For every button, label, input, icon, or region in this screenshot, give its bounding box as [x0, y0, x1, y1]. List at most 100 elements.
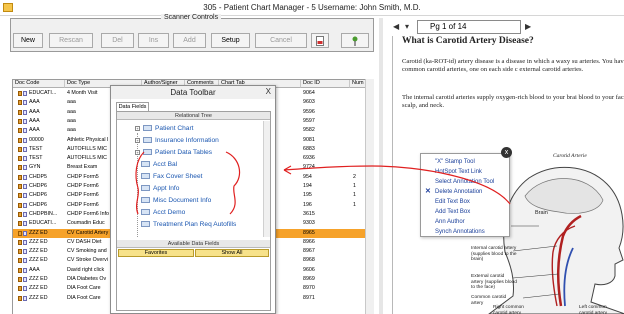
figure-label-brain: Brain	[535, 210, 548, 216]
cell-doc-id: 8965	[303, 229, 315, 236]
cell-doc-code: CHDP6	[29, 192, 47, 199]
document-type-icon	[18, 184, 27, 189]
tree-expand-icon[interactable]: +	[135, 150, 140, 155]
figure-label-internal-carotid: Internal carotid artery (supplies blood …	[471, 246, 517, 263]
rescan-button[interactable]: Rescan	[49, 33, 93, 48]
new-button[interactable]: New	[13, 33, 43, 48]
prev-page-icon[interactable]: ◀	[393, 22, 399, 31]
cell-doc-id: 8968	[303, 257, 315, 264]
cell-doc-code: AAA	[29, 99, 40, 106]
cell-doc-id: 6883	[303, 145, 315, 152]
dropdown-arrow-icon[interactable]: ▾	[405, 22, 409, 31]
menu-item[interactable]: "X" Stamp Tool	[435, 158, 475, 166]
cell-doc-code: AAA	[29, 108, 40, 115]
menu-item[interactable]: Select Annotation Tool	[435, 178, 494, 186]
cell-doc-id: 954	[303, 173, 312, 180]
cell-doc-id: 9596	[303, 108, 315, 115]
pin-button[interactable]	[341, 33, 369, 48]
cell-doc-id: 8971	[303, 294, 315, 301]
page-indicator[interactable]: Pg 1 of 14	[417, 20, 521, 34]
cell-doc-id: 8970	[303, 285, 315, 292]
tree-item[interactable]: Patient Chart	[143, 125, 193, 133]
tree-item[interactable]: Appt Info	[141, 185, 179, 193]
del-button[interactable]: Del	[101, 33, 134, 48]
available-fields-header: Available Data Fields	[117, 240, 270, 248]
document-type-icon	[18, 230, 27, 236]
tree-item[interactable]: Acct Bal	[141, 161, 177, 169]
dialog-close-button[interactable]: X	[266, 87, 271, 96]
cell-doc-id: 9597	[303, 117, 315, 124]
col-doc-id[interactable]: Doc ID	[301, 80, 350, 88]
cell-doc-code: AAA	[29, 117, 40, 124]
setup-button[interactable]: Setup	[211, 33, 250, 48]
tree-item[interactable]: Treatment Plan Req Autofills	[141, 221, 236, 229]
menu-item[interactable]: Add Text Box	[435, 208, 470, 216]
cell-doc-id: 3615	[303, 210, 315, 217]
grid-scrollbar[interactable]	[365, 79, 374, 314]
cell-doc-code: ZZZ ED	[29, 238, 48, 245]
document-type-icon	[18, 100, 27, 106]
cell-doc-code: EDUCATI...	[29, 90, 57, 96]
document-paragraph-2: The internal carotid arteries supply oxy…	[402, 94, 624, 110]
relational-tree-header: Relational Tree	[117, 112, 270, 120]
cell-doc-code: GYN	[29, 164, 41, 171]
next-page-icon[interactable]: ▶	[525, 22, 531, 31]
menu-item[interactable]: Edit Text Box	[435, 198, 470, 206]
tree-item[interactable]: Insurance Information	[143, 137, 219, 145]
menu-item[interactable]: Delete Annotation	[435, 188, 482, 196]
document-type-icon	[18, 146, 27, 152]
ins-button[interactable]: Ins	[138, 33, 169, 48]
tree-item-label: Treatment Plan Req Autofills	[153, 221, 237, 228]
document-type-icon	[18, 165, 27, 171]
document-type-icon	[18, 128, 27, 134]
cell-doc-id: 9081	[303, 136, 315, 143]
delete-x-icon: ✕	[425, 188, 431, 195]
favorites-button[interactable]: Favorites	[118, 249, 194, 257]
tree-item[interactable]: Acct Demo	[141, 209, 185, 217]
data-fields-panel: Relational Tree + Patient Chart + Insurance…	[116, 111, 271, 311]
tree-item-label: Fax Cover Sheet	[153, 173, 203, 180]
show-all-button[interactable]: Show All	[195, 249, 269, 257]
cell-doc-id: 9064	[303, 90, 315, 96]
cell-doc-code: ZZZ ED	[29, 294, 48, 301]
add-button[interactable]: Add	[173, 33, 206, 48]
document-type-icon	[18, 267, 27, 273]
pdf-icon	[316, 36, 324, 46]
available-fields-list[interactable]	[117, 257, 270, 311]
splitter-handle[interactable]	[378, 18, 384, 314]
menu-item[interactable]: Synch Annotations	[435, 228, 485, 236]
cell-doc-id: 9582	[303, 127, 315, 134]
folder-icon	[141, 185, 150, 191]
cell-doc-id: 9606	[303, 266, 315, 273]
figure-label-external-carotid: External carotid artery (supplies blood …	[471, 274, 517, 291]
cell-doc-code: AAA	[29, 127, 40, 134]
tree-item-label: Misc Document Info	[153, 197, 212, 204]
document-type-icon	[18, 286, 27, 292]
cell-doc-code: EDUCATI...	[29, 220, 57, 227]
tree-item-label: Patient Chart	[155, 125, 194, 132]
cancel-button[interactable]: Cancel	[255, 33, 307, 48]
cell-doc-id: 9303	[303, 220, 315, 227]
cell-doc-id: 8969	[303, 276, 315, 282]
dialog-title: Data Toolbar	[111, 86, 275, 99]
tree-expand-icon[interactable]: +	[135, 138, 140, 143]
pdf-button[interactable]	[311, 33, 329, 48]
menu-item[interactable]: Ann Author	[435, 218, 465, 226]
tree-expand-icon[interactable]: +	[135, 126, 140, 131]
document-type-icon	[18, 239, 27, 245]
context-menu-close-badge[interactable]: x	[501, 147, 512, 158]
folder-icon	[141, 209, 150, 215]
tree-item[interactable]: Misc Document Info	[141, 197, 211, 205]
document-type-icon	[18, 221, 27, 227]
cell-doc-id: 194	[303, 183, 312, 189]
tree-item[interactable]: Patient Data Tables	[143, 149, 212, 157]
document-type-icon	[18, 137, 27, 143]
tree-item[interactable]: Fax Cover Sheet	[141, 173, 202, 181]
menu-item[interactable]: HotSpot Text Link	[435, 168, 482, 176]
cell-doc-code: ZZZ ED	[29, 257, 48, 264]
window-title: 305 - Patient Chart Manager - 5 Username…	[203, 3, 421, 12]
cell-doc-code: CHDP5	[29, 173, 47, 180]
figure-label-right-common: Right common carotid artery	[493, 305, 524, 314]
col-doc-code[interactable]: Doc Code	[13, 80, 65, 88]
tree-scrollbar[interactable]	[263, 121, 270, 237]
